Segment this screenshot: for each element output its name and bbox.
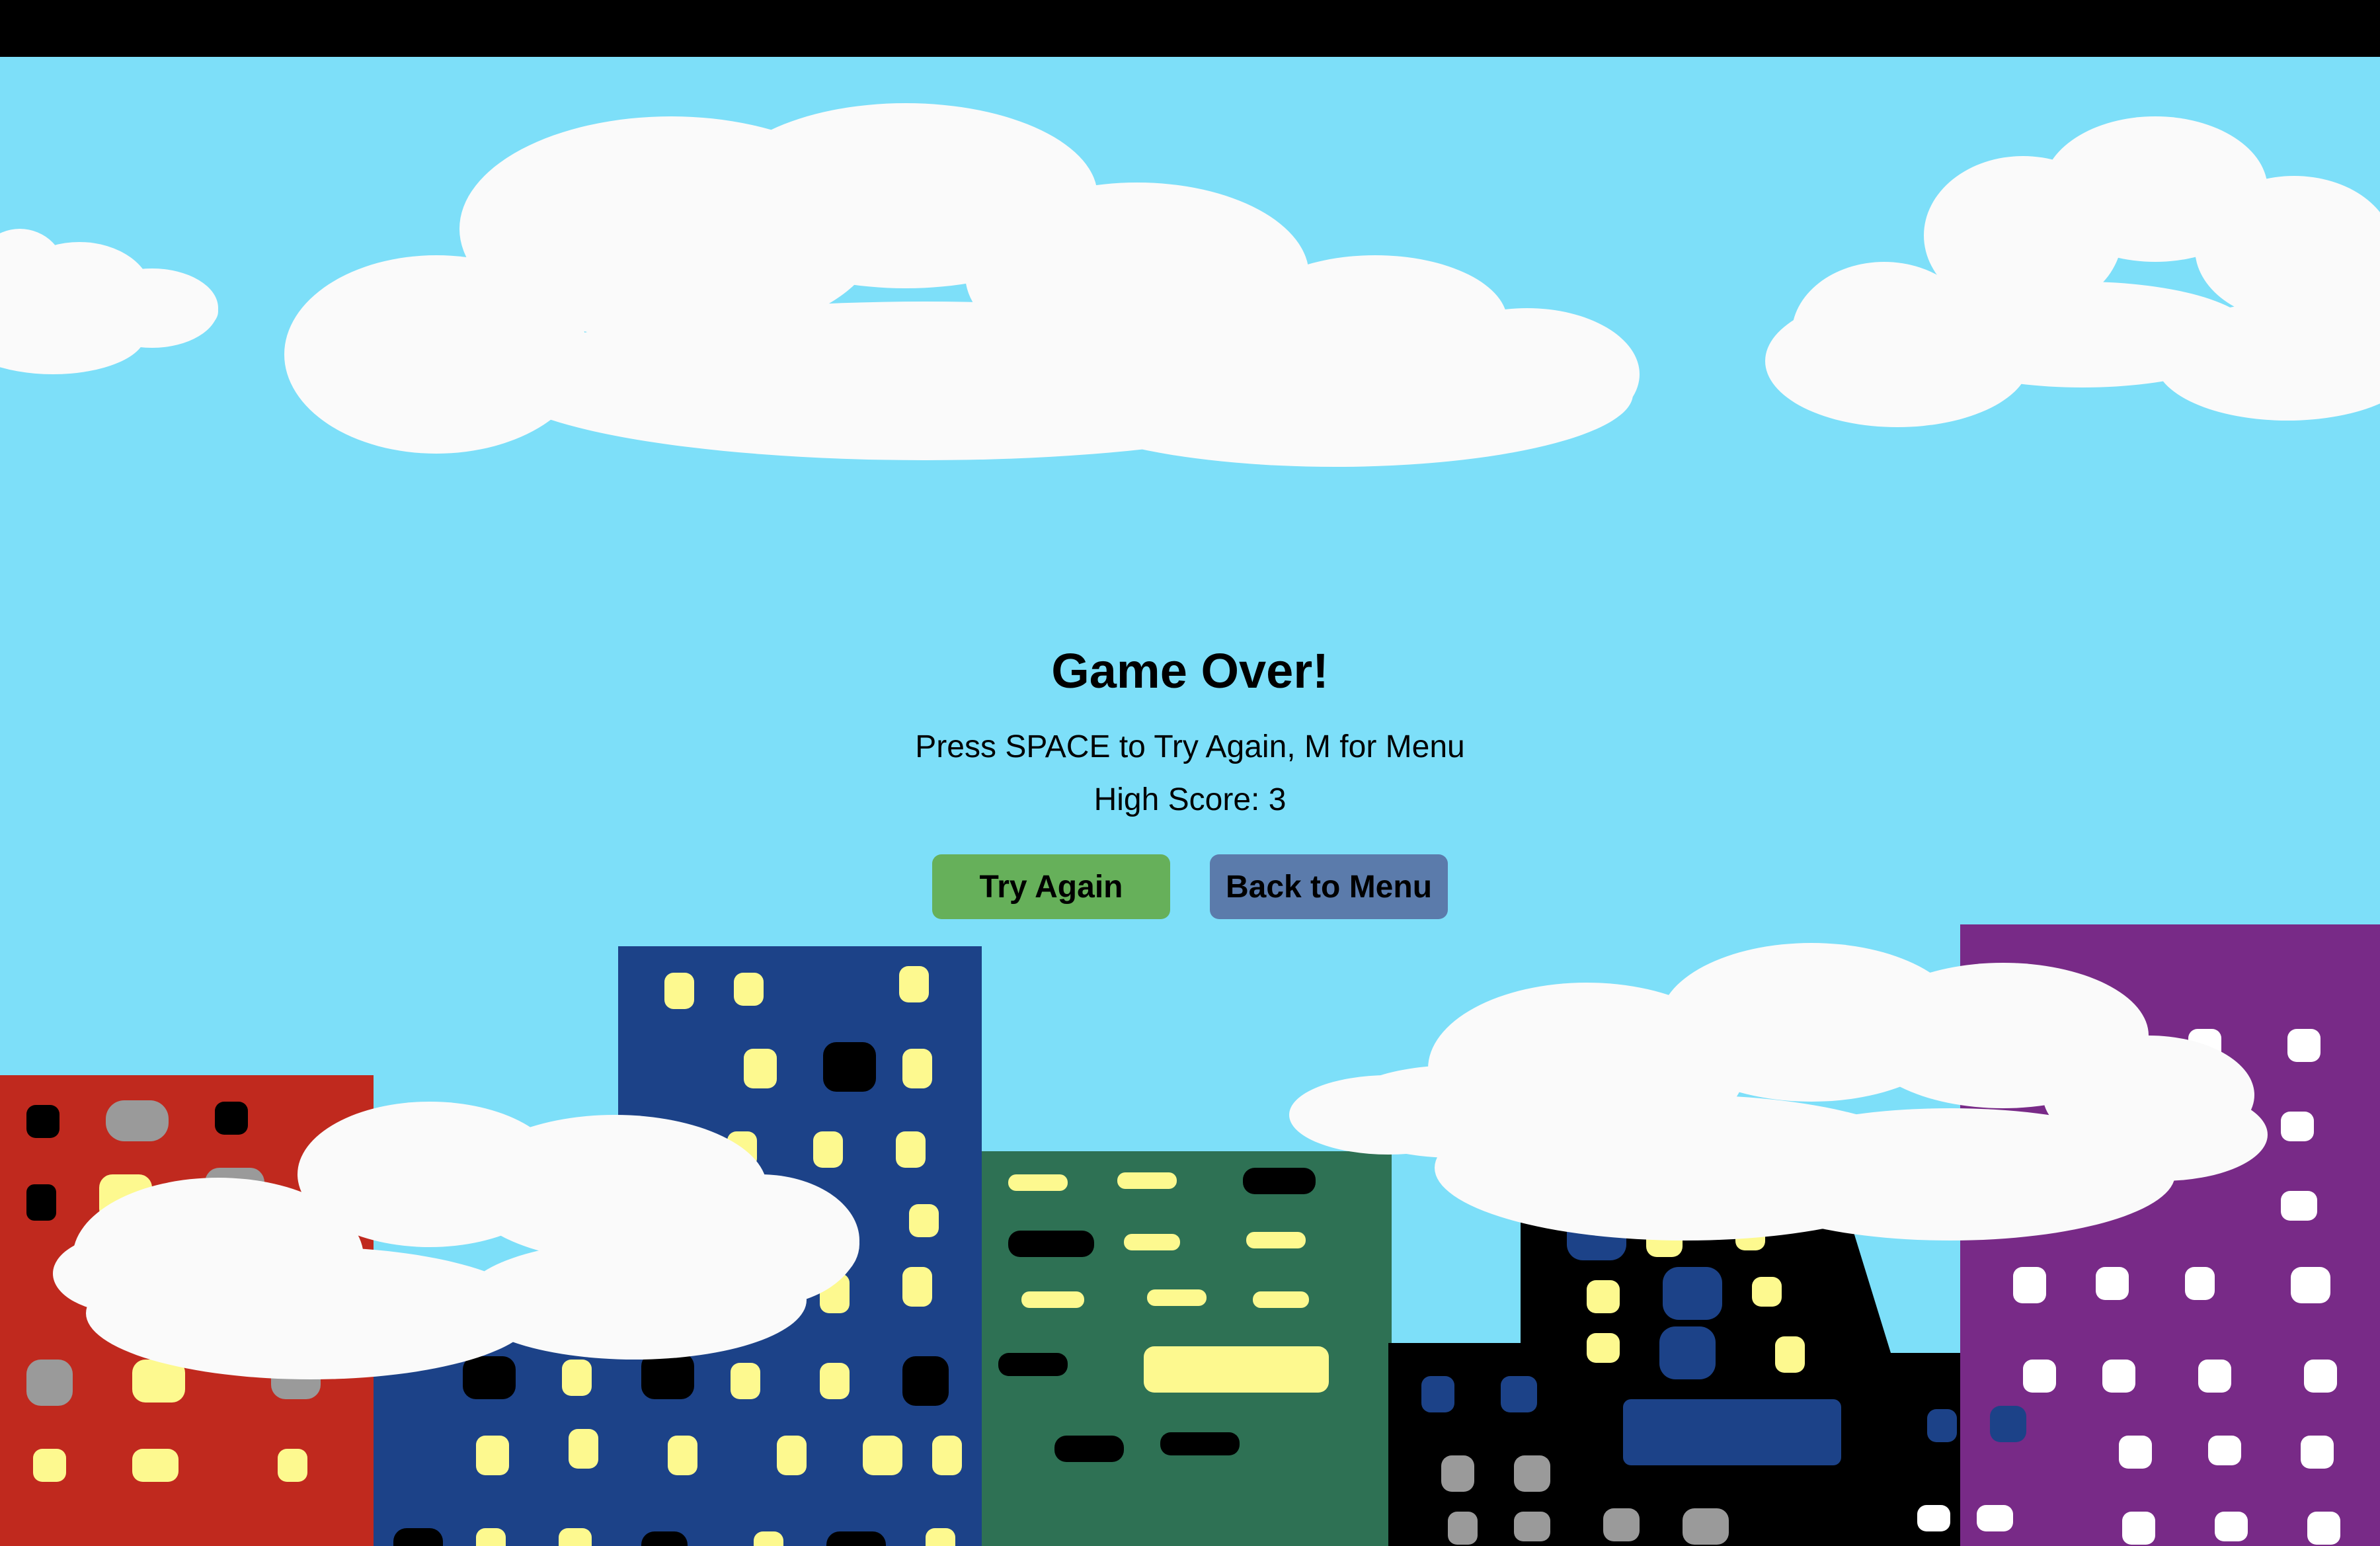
high-score-text: High Score: 3 [0, 784, 2380, 816]
back-to-menu-label: Back to Menu [1225, 869, 1433, 905]
try-again-label: Try Again [979, 869, 1123, 905]
back-to-menu-button[interactable]: Back to Menu [1210, 854, 1448, 919]
game-over-overlay: Game Over! Press SPACE to Try Again, M f… [0, 0, 2380, 1546]
try-again-button[interactable]: Try Again [932, 854, 1170, 919]
game-over-title: Game Over! [1051, 643, 1329, 698]
instructions-text: Press SPACE to Try Again, M for Menu [915, 729, 1465, 764]
high-score-value: 3 [1268, 782, 1287, 817]
game-screen: Game Over! Press SPACE to Try Again, M f… [0, 0, 2380, 1546]
high-score-label: High Score: [1093, 782, 1260, 817]
